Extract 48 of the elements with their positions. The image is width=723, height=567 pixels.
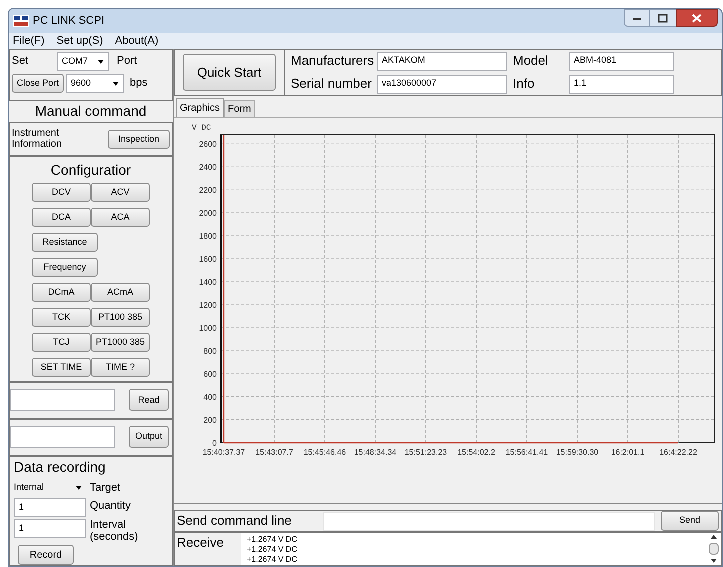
- baud-label: bps: [130, 76, 148, 92]
- info-field: 1.1: [569, 74, 674, 94]
- axis-label: 15:51:23.23: [404, 448, 448, 457]
- axis-label: 2000: [199, 209, 217, 218]
- axis-label: 0: [212, 439, 217, 448]
- axis-label: 2200: [199, 186, 217, 196]
- set-label: Set: [12, 54, 30, 70]
- axis-label: 1800: [199, 232, 217, 242]
- axis-label: 1000: [199, 324, 217, 334]
- axis-label: 15:43:07.7: [256, 448, 294, 457]
- output-line: +1.2674 V DC: [247, 545, 298, 555]
- receive-label: Receive: [176, 534, 225, 552]
- field-label: Model: [513, 52, 550, 70]
- axis-label: 1400: [199, 278, 217, 288]
- section-title: Data recording: [14, 458, 107, 477]
- port-label: Port: [117, 54, 138, 70]
- axis-label: 15:59:30.30: [556, 448, 599, 457]
- field-label: Target: [90, 480, 121, 496]
- instrument-label: Instrument Information: [12, 128, 64, 150]
- section-title: Configuratior: [50, 160, 132, 180]
- section-title: Manual command: [34, 102, 148, 121]
- axis-label: 600: [204, 370, 217, 380]
- axis-label: 400: [204, 393, 217, 402]
- axis-label: 800: [204, 347, 217, 356]
- axis-label: 15:54:02.2: [458, 448, 496, 457]
- axis-title: V DC: [192, 124, 212, 133]
- axis-label: 1600: [199, 255, 217, 264]
- axis-label: 15:56:41.41: [506, 448, 548, 457]
- axis-label: 15:40:37.37: [202, 448, 246, 457]
- field-label: Interval (seconds): [90, 519, 140, 543]
- info-field: va130600007: [377, 74, 507, 94]
- window-title: PC LINK SCPI: [33, 14, 105, 29]
- field-label: Info: [513, 74, 536, 92]
- axis-label: 1200: [199, 301, 217, 310]
- info-field: ABM-4081: [569, 52, 674, 70]
- axis-label: 2600: [199, 140, 217, 150]
- axis-label: 15:48:34.34: [354, 448, 397, 457]
- info-field: AKTAKOM: [377, 52, 507, 70]
- field-label: Quantity: [90, 499, 131, 514]
- axis-label: 200: [204, 416, 217, 426]
- command-label: Send command line: [176, 512, 293, 530]
- axis-label: 16:4:22.22: [660, 448, 698, 457]
- axis-label: 15:45:46.46: [304, 448, 346, 457]
- output-line: +1.2674 V DC: [247, 555, 298, 565]
- output-line: +1.2674 V DC: [247, 535, 298, 545]
- axis-label: 2400: [199, 163, 217, 172]
- field-label: Serial number: [291, 74, 371, 92]
- axis-label: 16:2:01.1: [611, 448, 645, 457]
